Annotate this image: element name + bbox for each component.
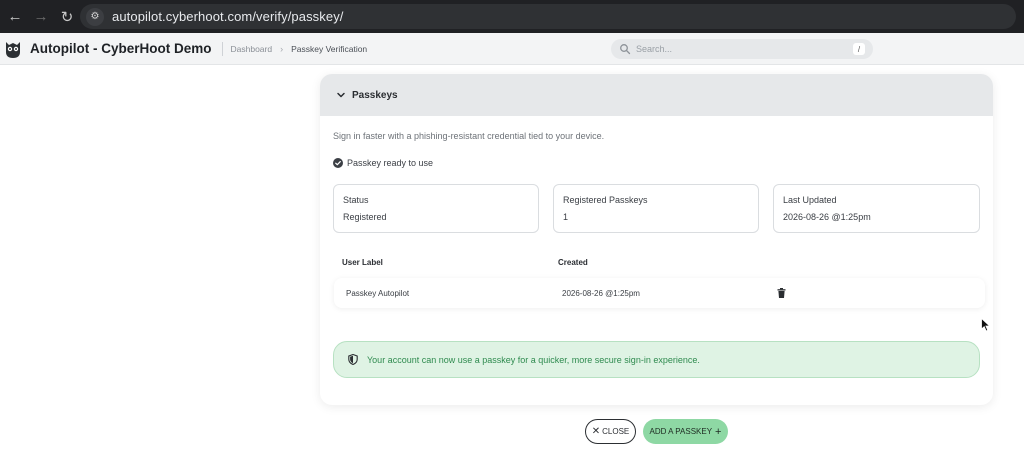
stat-registered-passkeys: Registered Passkeys 1 [553, 184, 759, 233]
stat-value: 2026-08-26 @1:25pm [783, 212, 871, 222]
trash-icon[interactable] [777, 288, 786, 298]
stat-value: Registered [343, 212, 387, 222]
stat-label: Status [343, 195, 369, 205]
breadcrumb-dashboard[interactable]: Dashboard [231, 44, 273, 54]
success-alert: Your account can now use a passkey for a… [333, 341, 980, 378]
header-divider [221, 41, 223, 56]
search-icon [620, 44, 631, 55]
add-passkey-button-label: ADD A PASSKEY [649, 427, 713, 436]
forward-button[interactable]: → [30, 6, 52, 28]
reload-button[interactable]: ↻ [56, 6, 78, 28]
browser-toolbar: ← → ↻ ⚙ autopilot.cyberhoot.com/verify/p… [0, 0, 1024, 33]
passkey-status-message: Passkey ready to use [333, 158, 433, 168]
search-shortcut-badge: / [853, 43, 865, 55]
close-icon: ✕ [591, 426, 601, 437]
stat-status: Status Registered [333, 184, 539, 233]
url-text: autopilot.cyberhoot.com/verify/passkey/ [112, 9, 344, 24]
reload-icon: ↻ [60, 8, 74, 26]
stat-label: Registered Passkeys [563, 195, 648, 205]
stat-label: Last Updated [783, 195, 837, 205]
close-button[interactable]: ✕ CLOSE [585, 419, 636, 444]
arrow-left-icon: ← [7, 8, 23, 25]
status-message-text: Passkey ready to use [347, 158, 434, 168]
card-title: Passkeys [352, 89, 398, 101]
passkey-label: Passkey Autopilot [346, 289, 410, 298]
passkey-created: 2026-08-26 @1:25pm [562, 289, 640, 298]
app-title: Autopilot - CyberHoot Demo [30, 41, 212, 56]
column-header-user-label: User Label [342, 258, 383, 267]
arrow-right-icon: → [33, 8, 49, 25]
mouse-cursor-icon [981, 318, 991, 332]
site-settings-icon[interactable]: ⚙ [86, 7, 104, 26]
column-header-created: Created [558, 258, 588, 267]
breadcrumb-passkey-verification: Passkey Verification [291, 43, 368, 54]
chevron-down-icon [337, 92, 345, 98]
owl-logo-icon [6, 41, 20, 58]
passkeys-card: Passkeys Sign in faster with a phishing-… [320, 74, 993, 405]
breadcrumb-separator-icon: › [280, 43, 284, 54]
back-button[interactable]: ← [4, 6, 26, 28]
search-input[interactable] [636, 44, 836, 54]
plus-icon: + [715, 425, 722, 438]
shield-icon [348, 354, 358, 365]
passkeys-section-toggle[interactable]: Passkeys [320, 74, 993, 116]
app-header: Autopilot - CyberHoot Demo Dashboard › P… [0, 33, 1024, 65]
table-row: Passkey Autopilot 2026-08-26 @1:25pm [334, 278, 985, 308]
add-passkey-button[interactable]: ADD A PASSKEY + [643, 419, 728, 444]
card-subtitle: Sign in faster with a phishing-resistant… [333, 131, 605, 141]
check-circle-icon [333, 158, 343, 168]
close-button-label: CLOSE [602, 427, 630, 436]
address-bar[interactable]: ⚙ autopilot.cyberhoot.com/verify/passkey… [80, 4, 1016, 29]
search-box[interactable]: / [611, 39, 873, 59]
stat-last-updated: Last Updated 2026-08-26 @1:25pm [773, 184, 980, 233]
alert-text: Your account can now use a passkey for a… [367, 354, 700, 365]
stat-value: 1 [563, 212, 569, 222]
